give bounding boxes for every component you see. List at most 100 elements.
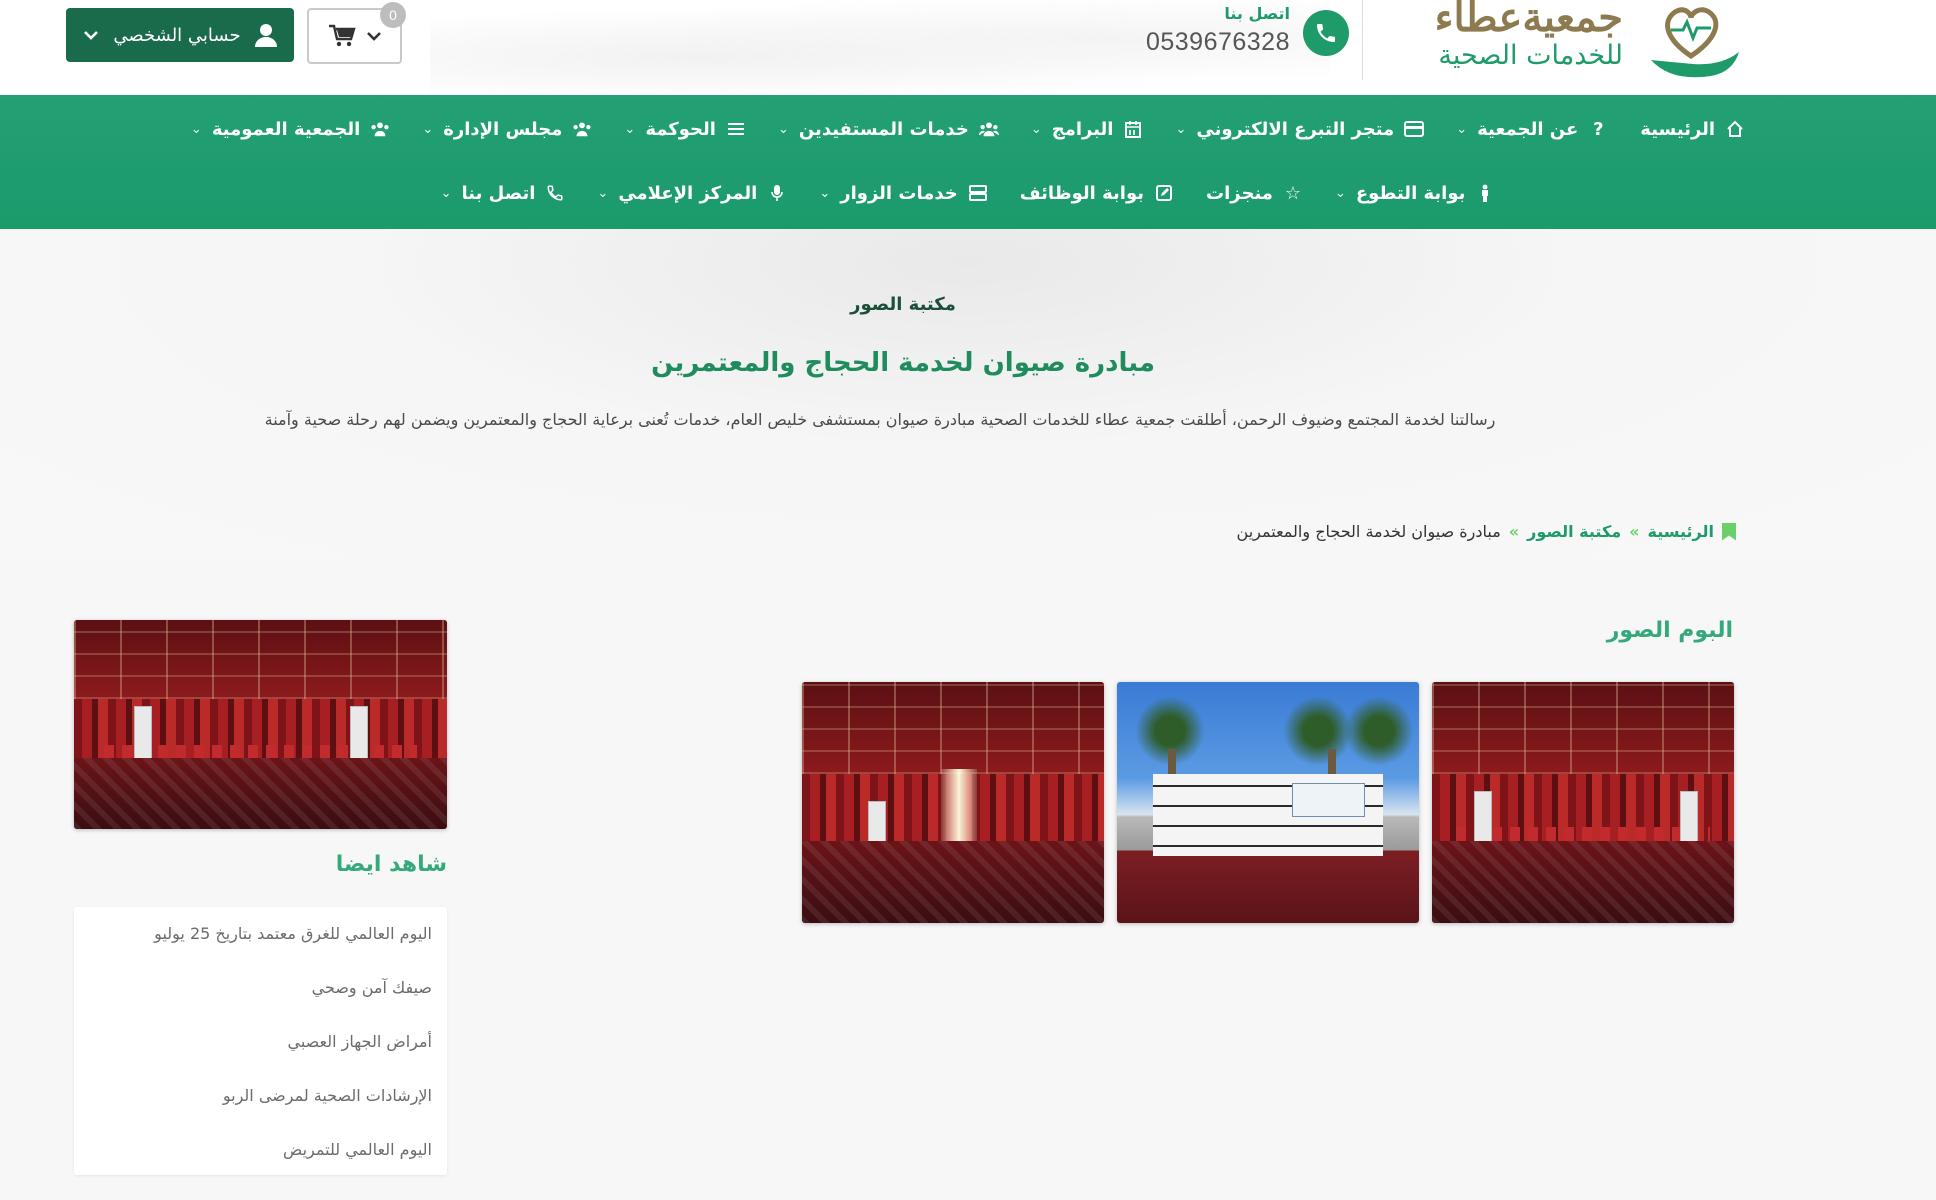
account-button[interactable]: حسابي الشخصي: [66, 8, 294, 62]
star-icon: ☆: [1284, 182, 1302, 204]
nav-label: عن الجمعية: [1477, 118, 1579, 140]
nav-label: بوابة الوظائف: [1019, 182, 1145, 204]
nav-label: متجر التبرع الالكتروني: [1196, 118, 1395, 140]
breadcrumb-separator: »: [1629, 522, 1640, 541]
nav-item-donation-store[interactable]: متجر التبرع الالكتروني ⌄: [1175, 118, 1425, 140]
header-divider: [1362, 0, 1363, 80]
chevron-down-icon: ⌄: [190, 121, 202, 137]
nav-item-beneficiary-services[interactable]: خدمات المستفيدين ⌄: [778, 119, 999, 140]
chevron-down-icon: ⌄: [1175, 121, 1187, 137]
chevron-down-icon: ⌄: [1030, 121, 1042, 137]
related-link[interactable]: أمراض الجهاز العصبي: [74, 1023, 447, 1077]
breadcrumb-current: مبادرة صيوان لخدمة الحجاج والمعتمرين: [1236, 522, 1501, 541]
main-navigation: الرئيسية ? عن الجمعية ⌄ متجر التبرع الال…: [0, 95, 1936, 229]
chevron-down-icon: [366, 32, 381, 41]
nav-label: الرئيسية: [1640, 118, 1716, 140]
edit-icon: [1154, 185, 1174, 201]
image-ceiling: [802, 682, 1104, 774]
cart-count-badge: 0: [380, 2, 406, 28]
logo-heart-hand-icon: [1651, 7, 1739, 78]
related-link[interactable]: صيفك آمن وصحي: [74, 969, 447, 1023]
microphone-icon: [767, 184, 787, 202]
related-link[interactable]: الإرشادات الصحية لمرضى الربو: [74, 1077, 447, 1131]
nav-item-home[interactable]: الرئيسية: [1640, 119, 1745, 140]
page-description: رسالتنا لخدمة المجتمع وضيوف الرحمن، أطلق…: [264, 410, 1496, 429]
nav-item-governance[interactable]: الحوكمة ⌄: [624, 119, 746, 140]
chevron-down-icon: ⌄: [624, 121, 636, 137]
related-links-list: اليوم العالمي للغرق معتمد بتاريخ 25 يولي…: [74, 907, 447, 1175]
image-ceiling: [74, 620, 447, 700]
server-icon: [968, 185, 988, 201]
nav-label: المركز الإعلامي: [618, 182, 758, 204]
nav-item-board[interactable]: مجلس الإدارة ⌄: [422, 119, 592, 140]
related-link[interactable]: اليوم العالمي للتمريض: [74, 1131, 447, 1185]
logo-title: جمعيةعطاء: [1434, 0, 1623, 41]
page-title: مبادرة صيوان لخدمة الحجاج والمعتمرين: [651, 348, 1155, 378]
nav-row-2: بوابة التطوع ⌄ ☆ منجزات بوابة الوظائف خد…: [0, 173, 1936, 213]
chevron-down-icon: ⌄: [777, 121, 789, 137]
contact-label: اتصل بنا: [1224, 4, 1290, 23]
credit-card-icon: [1404, 121, 1425, 137]
image-palm: [1343, 696, 1414, 767]
logo-subtitle: للخدمات الصحية: [1438, 40, 1623, 71]
nav-item-jobs-portal[interactable]: بوابة الوظائف: [1020, 183, 1174, 204]
chevron-down-icon: ⌄: [1334, 185, 1346, 201]
image-rug: [802, 841, 1104, 923]
site-logo[interactable]: جمعيةعطاء للخدمات الصحية: [1381, 0, 1741, 82]
image-banner: [1292, 783, 1365, 817]
gallery-photo-tent-interior-2[interactable]: [802, 682, 1104, 923]
breadcrumb-separator: »: [1508, 522, 1520, 541]
tent-exterior-image: [1117, 682, 1419, 923]
album-heading: البوم الصور: [1606, 618, 1733, 643]
related-link[interactable]: اليوم العالمي للغرق معتمد بتاريخ 25 يولي…: [74, 915, 447, 969]
nav-item-contact[interactable]: اتصل بنا ⌄: [441, 183, 566, 204]
person-icon: [1475, 184, 1495, 202]
nav-label: الحوكمة: [645, 118, 716, 140]
sidebar-featured-photo[interactable]: [74, 620, 447, 829]
chevron-down-icon: ⌄: [422, 121, 434, 137]
nav-label: خدمات الزوار: [840, 182, 958, 204]
nav-item-about[interactable]: ? عن الجمعية ⌄: [1456, 119, 1608, 140]
chevron-down-icon: ⌄: [819, 185, 831, 201]
users-icon: [370, 121, 390, 137]
tent-interior-image: [802, 682, 1104, 923]
nav-item-programs[interactable]: البرامج ⌄: [1031, 119, 1144, 140]
nav-item-general-assembly[interactable]: الجمعية العمومية ⌄: [191, 119, 390, 140]
image-ceiling: [1432, 682, 1734, 774]
phone-icon: [545, 184, 565, 202]
calendar-icon: [1123, 120, 1143, 138]
breadcrumb-section-link[interactable]: مكتبة الصور: [1527, 522, 1621, 541]
nav-label: الجمعية العمومية: [211, 118, 361, 140]
gallery-photo-tent-interior-1[interactable]: [1432, 682, 1734, 923]
sidebar-heading: شاهد ايضا: [335, 852, 447, 877]
users-icon: [978, 121, 999, 137]
chevron-down-icon: [84, 31, 99, 40]
list-icon: [726, 122, 746, 136]
question-icon: ?: [1593, 118, 1604, 140]
image-palm: [1283, 696, 1354, 767]
account-label: حسابي الشخصي: [113, 24, 241, 46]
nav-item-media-center[interactable]: المركز الإعلامي ⌄: [597, 183, 787, 204]
breadcrumb: الرئيسية » مكتبة الصور » مبادرة صيوان لخ…: [1237, 522, 1736, 541]
nav-item-volunteer-portal[interactable]: بوابة التطوع ⌄: [1335, 183, 1495, 204]
tent-interior-image: [74, 620, 447, 829]
nav-label: منجزات: [1206, 182, 1273, 204]
nav-label: بوابة التطوع: [1355, 182, 1466, 204]
page-hero: مكتبة الصور مبادرة صيوان لخدمة الحجاج وا…: [0, 229, 1936, 559]
chevron-down-icon: ⌄: [1456, 121, 1468, 137]
contact-phone-number[interactable]: 0539676328: [1135, 28, 1290, 57]
breadcrumb-home-link[interactable]: الرئيسية: [1648, 522, 1715, 541]
tent-interior-image: [1432, 682, 1734, 923]
bookmark-icon: [1722, 522, 1736, 541]
nav-item-visitor-services[interactable]: خدمات الزوار ⌄: [819, 183, 987, 204]
nav-item-achievements[interactable]: ☆ منجزات: [1206, 183, 1303, 204]
nav-label: مجلس الإدارة: [443, 118, 563, 140]
phone-icon[interactable]: [1303, 10, 1349, 56]
image-rug: [1432, 841, 1734, 923]
cart-icon: [328, 24, 356, 47]
users-icon: [572, 121, 592, 137]
nav-label: خدمات المستفيدين: [798, 118, 969, 140]
gallery-photo-tent-exterior[interactable]: [1117, 682, 1419, 923]
home-icon: [1725, 120, 1745, 138]
page-kicker: مكتبة الصور: [850, 294, 956, 315]
